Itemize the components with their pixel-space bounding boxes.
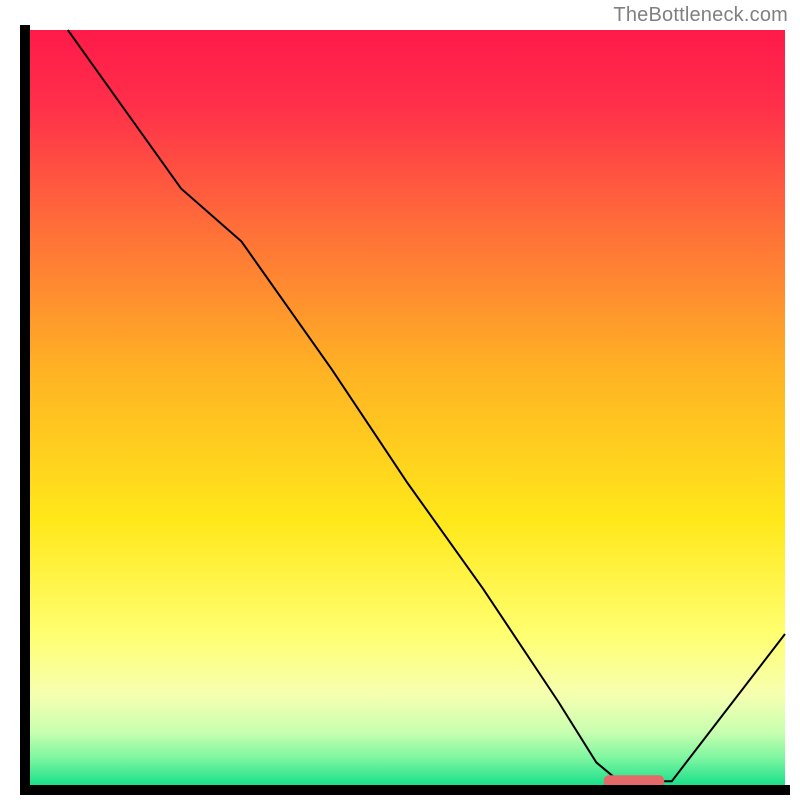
chart-container: TheBottleneck.com [0, 0, 800, 800]
plot-background [30, 30, 785, 785]
watermark-text: TheBottleneck.com [613, 4, 788, 27]
bottleneck-chart [0, 0, 800, 800]
